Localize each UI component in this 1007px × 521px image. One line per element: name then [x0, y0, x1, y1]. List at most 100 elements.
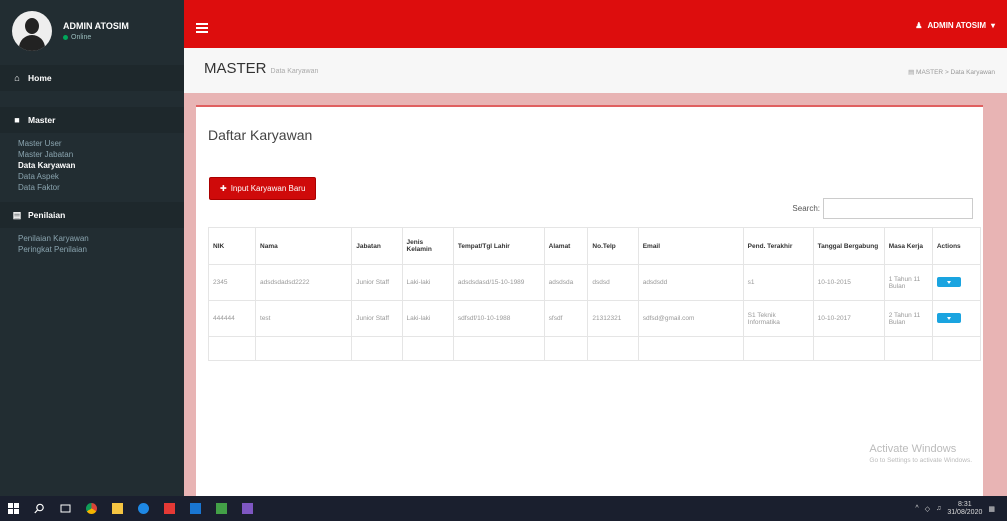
red-app-icon[interactable]: [156, 496, 182, 521]
chevron-up-icon[interactable]: ^: [915, 505, 918, 512]
add-karyawan-button[interactable]: ✚ Input Karyawan Baru: [209, 177, 317, 200]
action-dropdown-button[interactable]: [936, 312, 961, 323]
user-panel: ADMIN ATOSIM Online: [0, 0, 184, 62]
cell-nik: 2345: [207, 264, 257, 301]
search-wrap: Search:: [792, 198, 973, 219]
file-explorer-icon[interactable]: [104, 496, 130, 521]
table-row: 2345 adsdsdadsd2222 Junior Staff Laki-la…: [207, 264, 982, 301]
col-header-nik[interactable]: NIK: [207, 227, 257, 265]
cell-jenis-kelamin: Laki-laki: [401, 300, 454, 337]
cell-masa-kerja: 1 Tahun 11 Bulan: [883, 264, 933, 301]
page-title: MASTER Data Karyawan: [204, 60, 319, 77]
col-header-alamat[interactable]: Alamat: [543, 227, 589, 265]
system-tray: ^ ◇ ♫ 8:31 31/08/2020 ▦: [915, 496, 995, 521]
blue-app-icon[interactable]: [182, 496, 208, 521]
col-header-jabatan[interactable]: Jabatan: [351, 227, 403, 265]
col-header-nama[interactable]: Nama: [255, 227, 353, 265]
master-submenu: Master User Master Jabatan Data Karyawan…: [0, 133, 184, 198]
cell-tempat-tgl-lahir: sdfsdf/10-10-1988: [452, 300, 545, 337]
cell-alamat: sfsdf: [543, 300, 589, 337]
online-dot-icon: [63, 35, 68, 40]
search-input[interactable]: [823, 198, 973, 219]
cell-jabatan: Junior Staff: [351, 264, 403, 301]
col-header-email[interactable]: Email: [637, 227, 744, 265]
sidebar-item-data-aspek[interactable]: Data Aspek: [18, 171, 184, 182]
cell-actions: [931, 300, 982, 337]
action-dropdown-button[interactable]: [936, 276, 961, 287]
cell-no-telp: 21312321: [587, 300, 639, 337]
cell-jenis-kelamin: Laki-laki: [401, 264, 454, 301]
table-row-empty: [207, 336, 982, 361]
top-header: ♟ ADMIN ATOSIM ▾: [184, 0, 1007, 48]
content-area: Daftar Karyawan ✚ Input Karyawan Baru Se…: [184, 93, 1007, 496]
windows-start-icon[interactable]: [0, 496, 26, 521]
cell-masa-kerja: 2 Tahun 11 Bulan: [883, 300, 933, 337]
hamburger-menu-icon[interactable]: [196, 23, 208, 33]
col-header-tanggal-bergabung[interactable]: Tanggal Bergabung: [812, 227, 885, 265]
caret-down-icon: ▾: [990, 21, 995, 30]
edge-icon[interactable]: [130, 496, 156, 521]
breadcrumb-separator: >: [944, 69, 949, 76]
windows-taskbar: ^ ◇ ♫ 8:31 31/08/2020 ▦: [0, 496, 1007, 521]
karyawan-box: Daftar Karyawan ✚ Input Karyawan Baru Se…: [196, 105, 983, 496]
chart-icon: ▤: [12, 209, 22, 220]
cell-pend-terakhir: S1 Teknik Informatika: [742, 300, 814, 337]
clock[interactable]: 8:31 31/08/2020: [947, 501, 982, 517]
cell-nama: adsdsdadsd2222: [255, 264, 353, 301]
visual-studio-icon[interactable]: [234, 496, 260, 521]
cell-jabatan: Junior Staff: [351, 300, 403, 337]
home-icon: ⌂: [14, 73, 20, 83]
search-label: Search:: [792, 204, 820, 213]
sidebar-item-master-jabatan[interactable]: Master Jabatan: [18, 149, 184, 160]
col-header-masa-kerja[interactable]: Masa Kerja: [883, 227, 933, 265]
col-header-jenis-kelamin[interactable]: Jenis Kelamin: [401, 227, 454, 265]
cell-tanggal-bergabung: 10-10-2017: [812, 300, 885, 337]
breadcrumb: ▤ MASTER > Data Karyawan: [908, 68, 995, 76]
task-view-icon[interactable]: [52, 496, 78, 521]
folder-icon: ■: [14, 115, 20, 125]
page-subtitle: Data Karyawan: [270, 68, 319, 75]
table-row: 444444 test Junior Staff Laki-laki sdfsd…: [207, 300, 982, 337]
cell-alamat: adsdsda: [543, 264, 589, 301]
sidebar-item-master-user[interactable]: Master User: [18, 138, 184, 149]
sidebar-item-penilaian[interactable]: ▤ Penilaian: [0, 202, 184, 228]
col-header-no-telp[interactable]: No.Telp: [587, 227, 639, 265]
chrome-icon[interactable]: [78, 496, 104, 521]
dashboard-icon: ▤: [908, 69, 915, 76]
breadcrumb-current: Data Karyawan: [950, 69, 995, 76]
col-header-actions: Actions: [931, 227, 982, 265]
cell-no-telp: dsdsd: [587, 264, 639, 301]
cell-tempat-tgl-lahir: adsdsdasd/15-10-1989: [452, 264, 545, 301]
sidebar-item-penilaian-karyawan[interactable]: Penilaian Karyawan: [18, 233, 184, 244]
notification-icon[interactable]: ▦: [988, 505, 995, 513]
col-header-pend-terakhir[interactable]: Pend. Terakhir: [742, 227, 814, 265]
user-icon: ♟: [915, 21, 923, 30]
sidebar-item-peringkat-penilaian[interactable]: Peringkat Penilaian: [18, 244, 184, 255]
penilaian-submenu: Penilaian Karyawan Peringkat Penilaian: [0, 228, 184, 260]
sidebar-item-home[interactable]: ⌂ Home: [0, 65, 184, 91]
network-icon[interactable]: ◇: [925, 505, 930, 513]
admin-user-menu[interactable]: ♟ ADMIN ATOSIM ▾: [915, 21, 995, 30]
breadcrumb-master[interactable]: MASTER: [916, 69, 943, 76]
green-app-icon[interactable]: [208, 496, 234, 521]
sidebar: ADMIN ATOSIM Online ⌂ Home ■ Master Mast…: [0, 0, 184, 496]
sidebar-item-data-faktor[interactable]: Data Faktor: [18, 182, 184, 193]
table-header-row: NIK Nama Jabatan Jenis Kelamin Tempat/Tg…: [207, 227, 982, 265]
cell-actions: [931, 264, 982, 301]
cell-nama: test: [255, 300, 353, 337]
cell-nik: 444444: [207, 300, 257, 337]
search-icon[interactable]: [26, 496, 52, 521]
avatar: [12, 11, 52, 51]
user-status: Online: [63, 34, 129, 41]
user-name: ADMIN ATOSIM: [63, 21, 129, 31]
cell-pend-terakhir: s1: [742, 264, 814, 301]
cell-email: sdfsd@gmail.com: [637, 300, 744, 337]
col-header-tempat-tgl-lahir[interactable]: Tempat/Tgl Lahir: [452, 227, 545, 265]
sidebar-item-master[interactable]: ■ Master: [0, 107, 184, 133]
box-title: Daftar Karyawan: [208, 127, 313, 143]
volume-icon[interactable]: ♫: [936, 505, 941, 512]
karyawan-table: NIK Nama Jabatan Jenis Kelamin Tempat/Tg…: [207, 227, 982, 361]
content-header: MASTER Data Karyawan ▤ MASTER > Data Kary…: [184, 48, 1007, 93]
sidebar-item-data-karyawan[interactable]: Data Karyawan: [18, 160, 184, 171]
cell-tanggal-bergabung: 10-10-2015: [812, 264, 885, 301]
